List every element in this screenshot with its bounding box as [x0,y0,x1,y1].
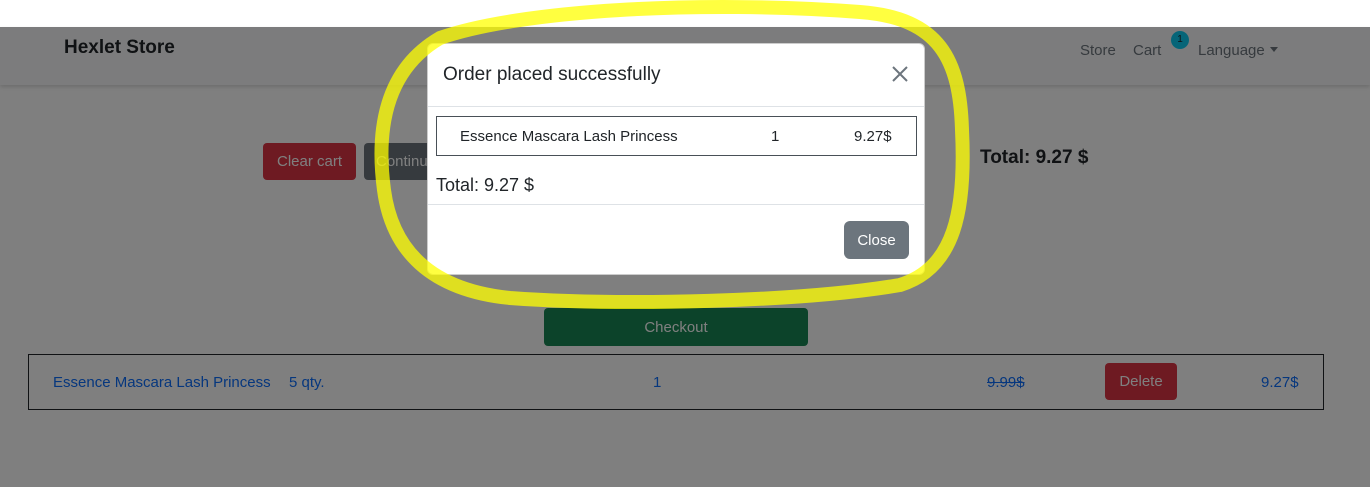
top-margin [0,0,1370,27]
order-item-row: Essence Mascara Lash Princess 1 9.27$ [436,116,917,156]
modal-header: Order placed successfully [428,44,924,107]
close-icon[interactable] [890,64,910,84]
order-item-price: 9.27$ [854,128,892,145]
order-item-name: Essence Mascara Lash Princess [460,128,678,145]
order-item-qty: 1 [771,128,780,145]
modal-total: Total: 9.27 $ [436,175,535,195]
order-success-modal: Order placed successfully Essence Mascar… [427,43,925,275]
close-button[interactable]: Close [844,221,909,259]
modal-title: Order placed successfully [443,64,661,85]
modal-footer-divider [428,204,924,205]
